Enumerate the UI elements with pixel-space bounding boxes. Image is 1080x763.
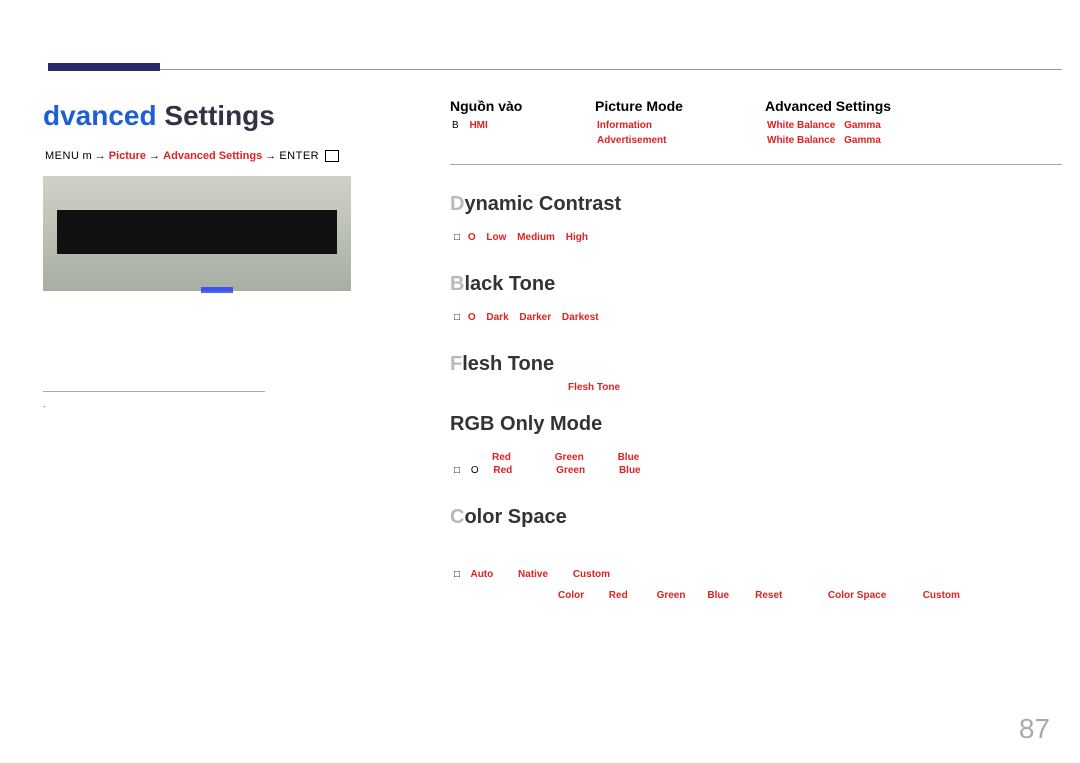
- page-number: 87: [1019, 713, 1050, 745]
- bc-picture: Picture: [109, 150, 146, 162]
- bc-advanced-settings: Advanced Settings: [163, 150, 262, 162]
- heading-leading-letter: C: [450, 506, 464, 528]
- breadcrumb-path: MENU m → Picture → Advanced Settings → E…: [45, 150, 403, 162]
- source-b: B: [452, 120, 459, 131]
- opt-darker: Darker: [519, 312, 551, 323]
- cell-source: B HMI: [450, 120, 597, 131]
- rgb-line-1: Red Green Blue: [492, 452, 1062, 463]
- cell-adv-settings: White Balance Gamma: [767, 120, 1062, 131]
- opt-green: Green: [555, 452, 615, 463]
- top-horizontal-rule: [160, 69, 1062, 70]
- label-color: Color: [558, 590, 606, 601]
- opt-medium: Medium: [517, 232, 555, 243]
- footnote-marker: -: [43, 402, 403, 411]
- cell-picture-mode: Information: [597, 120, 767, 131]
- label-custom: Custom: [923, 590, 1003, 601]
- heading-dynamic-contrast: DDynamic Contrast: [450, 193, 1062, 216]
- wb-label: White Balance: [767, 120, 835, 131]
- off-o: O: [471, 465, 479, 476]
- heading-rest: nly Mode: [516, 413, 603, 435]
- color-space-line-2: Color Red Green Blue Reset Color Space C…: [558, 590, 1062, 601]
- heading-rest: olor Space: [464, 506, 566, 528]
- source-hmi: HMI: [469, 120, 487, 131]
- table-header-row: Nguồn vào Picture Mode Advanced Settings: [450, 98, 1062, 114]
- opt-low: Low: [486, 232, 506, 243]
- flesh-tone-value: Flesh Tone: [568, 382, 1062, 393]
- heading-rest: lesh Tone: [462, 353, 554, 375]
- illustration-screenshot: [43, 176, 351, 291]
- color-space-line-1: □ Auto Native Custom: [454, 569, 1062, 580]
- bullet-icon: □: [454, 312, 460, 323]
- illustration-blue-spot: [201, 287, 233, 293]
- opt-darkest: Darkest: [562, 312, 599, 323]
- dynamic-contrast-options: □ O Low Medium High: [454, 232, 1062, 243]
- menu-m-glyph: m: [82, 150, 91, 162]
- heading-leading-letter: F: [450, 353, 462, 375]
- label-blue: Blue: [707, 590, 752, 601]
- label-red: Red: [609, 590, 654, 601]
- opt-blue: Blue: [619, 465, 679, 476]
- off-o: O: [468, 232, 476, 243]
- label-green: Green: [657, 590, 705, 601]
- page-title: dvanced Settings: [43, 100, 403, 132]
- heading-leading-letter: B: [450, 273, 464, 295]
- table-row: Advertisement White Balance Gamma: [450, 135, 1062, 146]
- table-row: B HMI Information White Balance Gamma: [450, 120, 1062, 131]
- opt-green: Green: [556, 465, 616, 476]
- label-color-space: Color Space: [828, 590, 920, 601]
- heading-color-space: Color Space: [450, 506, 1062, 529]
- illustration-dark-band: [57, 210, 337, 254]
- bullet-icon: □: [454, 232, 460, 243]
- bullet-icon: □: [454, 465, 460, 476]
- opt-dark: Dark: [486, 312, 508, 323]
- arrow: →: [265, 150, 279, 162]
- arrow: →: [95, 150, 109, 162]
- opt-red: Red: [492, 452, 552, 463]
- heading-rgb-only-mode: RGB Only Mode: [450, 413, 1062, 436]
- bc-enter: ENTER: [279, 150, 319, 162]
- opt-custom: Custom: [573, 569, 610, 580]
- cell-picture-mode: Advertisement: [597, 135, 767, 146]
- heading-rest: lack Tone: [464, 273, 555, 295]
- opt-native: Native: [518, 569, 548, 580]
- bullet-icon: □: [454, 569, 460, 580]
- heading-flesh-tone: Flesh Tone: [450, 353, 1062, 376]
- top-accent-bar: [48, 63, 160, 71]
- off-o: O: [468, 312, 476, 323]
- heading-black-tone: Black Tone: [450, 273, 1062, 296]
- arrow: →: [149, 150, 163, 162]
- title-part-1: dvanced: [43, 100, 164, 131]
- gamma-label: Gamma: [844, 120, 881, 131]
- opt-auto: Auto: [470, 569, 493, 580]
- menu-label: MENU: [45, 150, 79, 162]
- heading-text: Dynamic Contrast: [450, 193, 621, 215]
- black-tone-options: □ O Dark Darker Darkest: [454, 312, 1062, 323]
- label-reset: Reset: [755, 590, 825, 601]
- th-advanced-settings: Advanced Settings: [765, 98, 1062, 114]
- left-column: dvanced Settings MENU m → Picture → Adva…: [43, 100, 403, 411]
- opt-red: Red: [493, 465, 553, 476]
- heading-leading: RGB O: [450, 413, 516, 435]
- gamma-label: Gamma: [844, 135, 881, 146]
- opt-high: High: [566, 232, 588, 243]
- title-part-2: Settings: [164, 100, 274, 131]
- right-column: Nguồn vào Picture Mode Advanced Settings…: [450, 98, 1062, 601]
- rgb-line-2: □ O Red Green Blue: [454, 465, 1062, 476]
- th-picture-mode: Picture Mode: [595, 98, 765, 114]
- section-divider: [450, 164, 1062, 165]
- th-source: Nguồn vào: [450, 98, 595, 114]
- wb-label: White Balance: [767, 135, 835, 146]
- left-small-rule: [43, 391, 265, 392]
- opt-blue: Blue: [618, 452, 678, 463]
- enter-icon: [325, 150, 339, 162]
- cell-adv-settings: White Balance Gamma: [767, 135, 1062, 146]
